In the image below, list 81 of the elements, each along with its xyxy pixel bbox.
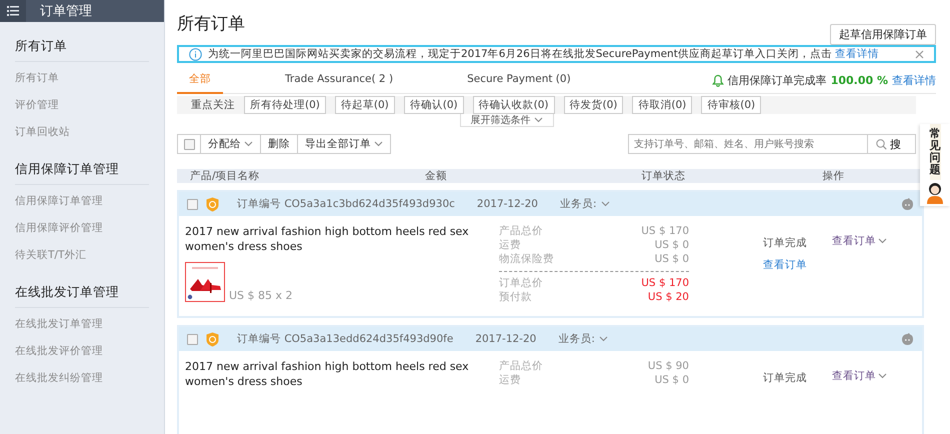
details-link[interactable]: 查看详情 <box>892 72 936 88</box>
filter-chip[interactable]: 待取消(0) <box>632 96 692 114</box>
sidebar-title: 订单管理 <box>40 3 92 20</box>
filter-label: 重点关注 <box>191 98 235 112</box>
view-order-dropdown[interactable]: 查看订单 <box>832 359 922 383</box>
caret-icon <box>600 201 610 207</box>
amount-label: 产品总价 <box>499 359 543 373</box>
salesperson-label: 业务员: <box>560 197 596 211</box>
order-status: 订单完成 <box>763 371 808 385</box>
help-widget[interactable]: 常见问题 <box>920 124 950 206</box>
bell-icon <box>712 74 724 86</box>
filter-chip[interactable]: 待确认收款(0) <box>472 96 554 114</box>
caret-icon <box>244 141 253 147</box>
amount-label: 订单总价 <box>499 276 543 290</box>
details-link[interactable]: 查看详情 <box>835 48 880 60</box>
close-icon[interactable] <box>915 50 924 58</box>
toolbar-button[interactable]: 导出全部订单 <box>297 134 391 154</box>
caret-icon <box>878 373 887 379</box>
amount-value: US $ 90 <box>648 359 689 373</box>
order-date: 2017-12-20 <box>476 198 538 210</box>
tab[interactable]: Trade Assurance( 2 ) <box>273 66 406 94</box>
amount-label: 产品总价 <box>499 224 543 238</box>
shield-icon <box>206 196 219 212</box>
order-checkbox[interactable] <box>187 334 198 344</box>
search-button[interactable]: 搜 <box>867 134 916 154</box>
order-checkbox[interactable] <box>187 198 198 210</box>
expand-filters-button[interactable]: 展开筛选条件 <box>460 114 554 127</box>
filter-chip[interactable]: 待确认(0) <box>404 96 464 114</box>
menu-icon[interactable] <box>0 0 26 22</box>
view-order-dropdown[interactable]: 查看订单 <box>832 224 922 248</box>
column-header: 订单状态 <box>642 169 687 183</box>
product-title[interactable]: 2017 new arrival fashion high bottom heels red sex women's dress shoes <box>185 224 485 254</box>
caret-icon <box>534 117 542 123</box>
order-status: 订单完成 <box>763 236 808 250</box>
select-all-checkbox[interactable] <box>184 138 194 150</box>
notice-text: 为统一阿里巴巴国际网站买卖家的交易流程，现定于2017年6月26日将在线批发SecurePayment供应商起草订单入口关闭，点击 查看详情 <box>208 47 880 61</box>
filter-chip[interactable]: 待起草(0) <box>334 96 395 114</box>
product-title[interactable]: 2017 new arrival fashion high bottom heels red sex women's dress shoes <box>185 359 485 389</box>
search-icon <box>876 138 887 150</box>
chat-icon[interactable] <box>901 198 914 210</box>
toolbar-button[interactable]: 分配给 <box>200 134 261 154</box>
shield-icon <box>206 332 219 346</box>
filter-chip[interactable]: 待审核(0) <box>701 96 762 114</box>
amount-label: 运费 <box>499 238 521 252</box>
amount-label: 物流保险费 <box>499 252 554 266</box>
amount-value: US $ 20 <box>648 290 689 304</box>
completion-label: 信用保障订单完成率 <box>728 72 827 88</box>
salesperson-label: 业务员: <box>558 332 595 346</box>
column-header: 金额 <box>424 169 448 183</box>
caret-icon <box>598 336 608 342</box>
amount-label: 预付款 <box>499 290 532 304</box>
filter-chip[interactable]: 所有待处理(0) <box>244 96 326 114</box>
tab[interactable]: Secure Payment (0) <box>455 66 583 94</box>
amount-value: US $ 0 <box>654 252 689 266</box>
chat-icon[interactable] <box>901 332 914 346</box>
toolbar-button[interactable]: 删除 <box>260 134 298 154</box>
help-label: 常见问题 <box>930 124 940 180</box>
column-header: 产品/项目名称 <box>190 169 261 183</box>
order-date: 2017-12-20 <box>475 333 536 345</box>
order-number: 订单编号 CO5a3a1c3bd624d35f493d930c <box>237 197 455 211</box>
amount-label: 运费 <box>499 373 521 387</box>
page-title: 所有订单 <box>177 13 245 35</box>
unit-price: US $ 85 x 2 <box>229 289 293 302</box>
caret-icon <box>878 238 887 244</box>
draft-order-button[interactable]: 起草信用保障订单 <box>830 24 936 45</box>
info-icon <box>189 48 202 60</box>
amount-value: US $ 0 <box>654 373 689 387</box>
section-heading: 在线批发订单管理 <box>15 268 149 308</box>
filter-chip[interactable]: 待发货(0) <box>564 96 624 114</box>
amount-value: US $ 170 <box>641 276 689 290</box>
person-icon <box>924 180 946 204</box>
section-heading: 信用保障订单管理 <box>15 145 149 185</box>
amount-value: US $ 0 <box>654 238 689 252</box>
amount-value: US $ 170 <box>641 224 689 238</box>
caret-icon <box>374 141 383 147</box>
search-field[interactable]: 支持订单号、邮箱、姓名、用户账号搜索 <box>628 134 868 154</box>
section-heading: 所有订单 <box>15 22 149 62</box>
order-number: 订单编号 CO5a3a13edd624d35f493d90fe <box>237 332 454 346</box>
view-order-link[interactable]: 查看订单 <box>763 258 818 272</box>
completion-rate: 100.00 % <box>830 74 888 86</box>
column-header: 操作 <box>822 169 846 183</box>
